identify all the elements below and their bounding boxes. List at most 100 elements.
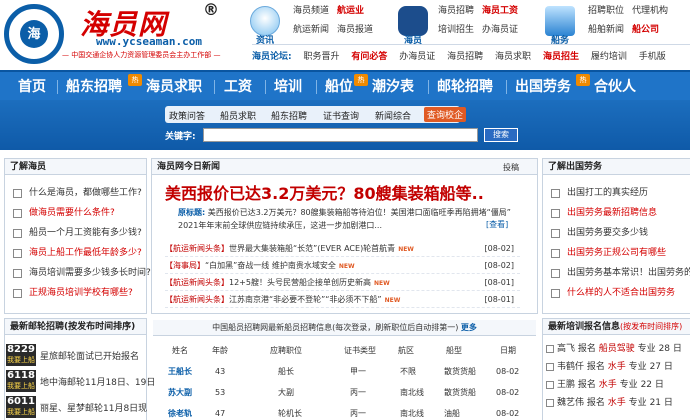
list-item[interactable]: 王鹏 报名 水手 专业 22 日 <box>545 376 690 394</box>
forum-link[interactable]: 履约培训 <box>591 45 627 69</box>
forum-link[interactable]: 办海员证 <box>399 45 435 69</box>
news-row[interactable]: 【航运新闻头条】12+5艘！头号民营船企接单创历史新高 NEW [08-01] <box>165 274 520 291</box>
list-item[interactable]: 做海员需要什么条件? <box>13 203 151 223</box>
search-button[interactable]: 搜索 <box>484 128 518 142</box>
cell-name[interactable]: 王船长 <box>168 361 192 382</box>
news-title[interactable]: 江苏南京港“非必要不登轮”“非必须不下船” <box>229 295 382 304</box>
nav-divider <box>506 80 507 94</box>
search-tab-cert[interactable]: 证书查询 <box>323 109 359 122</box>
list-item[interactable]: 出国劳务最新招聘信息 <box>551 203 690 223</box>
search-input[interactable] <box>203 128 478 142</box>
helm-logo-icon[interactable]: 海 <box>4 4 64 64</box>
table-row[interactable]: 苏大副 53 大副 丙一 南北线 散货货船 08-02 <box>160 382 532 403</box>
header-link[interactable]: 招聘职位 <box>588 2 624 21</box>
list-item[interactable]: 正规海员培训学校有哪些? <box>13 283 151 303</box>
list-item[interactable]: 海员培训需要多少钱多长时间? <box>13 263 151 283</box>
header-col2-links: 海员招聘 海员工资 培训招生 办海员证 <box>438 2 526 40</box>
header-link[interactable]: 海员招聘 <box>438 2 474 21</box>
forum-link[interactable]: 职务晋升 <box>303 45 339 69</box>
header-link[interactable]: 船舶新闻 <box>588 21 624 40</box>
nav-hot-badge: 热 <box>128 74 142 86</box>
list-item-text[interactable]: 丽星、星梦邮轮11月8日现 <box>40 401 147 414</box>
table-row[interactable]: 王船长 43 船长 甲一 不限 散货货船 08-02 <box>160 361 532 382</box>
word-day: 日 <box>663 398 673 408</box>
header-link-hot[interactable]: 海员工资 <box>482 2 518 21</box>
new-badge: NEW <box>373 280 390 287</box>
headline-link[interactable]: 美西报价已达3.2万美元？80艘集装箱船等.. <box>165 180 484 204</box>
sailor-avatar-icon[interactable] <box>398 6 428 36</box>
list-item[interactable]: 什么样的人不适合出国劳务 <box>551 283 690 303</box>
header-link[interactable]: 海员频道 <box>293 2 329 21</box>
forum-link-hot[interactable]: 有问必答 <box>351 45 387 69</box>
nav-divider <box>428 80 429 94</box>
forum-link-hot[interactable]: 海员招生 <box>543 45 579 69</box>
view-more-link[interactable]: [查看] <box>486 219 508 230</box>
header-link-hot[interactable]: 船公司 <box>632 21 659 40</box>
nav-shipowner-recruit[interactable]: 船东招聘 <box>66 76 122 96</box>
nav-tide-table[interactable]: 潮汐表 <box>372 76 414 96</box>
nav-divider <box>265 80 266 94</box>
header-link[interactable]: 海员报道 <box>337 21 373 40</box>
news-title[interactable]: 世界最大集装箱船“长范”(EVER ACE)轮首航青 <box>229 244 395 253</box>
cell-name[interactable]: 苏大副 <box>168 382 192 403</box>
header-link[interactable]: 培训招生 <box>438 21 474 40</box>
logo-badge: 海 <box>27 27 41 42</box>
word-major: 专业 <box>628 362 647 372</box>
search-tab-seeker[interactable]: 船员求职 <box>220 109 256 122</box>
nav-partner[interactable]: 合伙人 <box>594 76 636 96</box>
list-item[interactable]: 出国劳务基本常识！出国劳务的 <box>551 263 690 283</box>
cell-name[interactable]: 徐老轨 <box>168 403 192 420</box>
header-link[interactable]: 代理机构 <box>632 2 668 21</box>
list-item[interactable]: 韦鹤仟 报名 水手 专业 27 日 <box>545 358 690 376</box>
list-item[interactable]: 6011 我要上船 丽星、星梦邮轮11月8日现 <box>6 394 147 420</box>
jobs-more-link[interactable]: 更多 <box>461 323 477 332</box>
list-item-text[interactable]: 星旅邮轮面试已开始报名 <box>40 349 139 362</box>
list-item[interactable]: 出国打工的真实经历 <box>551 183 690 203</box>
search-tab-school[interactable]: 查询校企 <box>424 107 467 122</box>
list-item[interactable]: 魏艺伟 报名 水手 专业 21 日 <box>545 394 690 412</box>
news-row[interactable]: 【海事局】“白加黑”奋战一线 维护南贵水域安全 NEW [08-02] <box>165 257 520 274</box>
news-title[interactable]: 12+5艘！头号民营船企接单创历史新高 <box>229 278 371 287</box>
nav-overseas-labor[interactable]: 出国劳务 <box>515 76 571 96</box>
trainee-day: 28 <box>658 344 671 354</box>
search-tab-policy[interactable]: 政策问答 <box>169 109 205 122</box>
search-tab-news[interactable]: 新闻综合 <box>375 109 411 122</box>
list-item[interactable]: 出国劳务要交多少钱 <box>551 223 690 243</box>
site-slogan: — 中国交通企协人力资源管理委员会主办工作部 — <box>62 51 221 59</box>
news-title[interactable]: “白加黑”奋战一线 维护南贵水域安全 <box>205 261 336 270</box>
header-link[interactable]: 航运新闻 <box>293 21 329 40</box>
forum-link[interactable]: 手机版 <box>639 45 666 69</box>
submit-link[interactable]: 投稿 <box>503 162 519 173</box>
word-sign: 报名 <box>586 398 605 408</box>
list-item[interactable]: 什么是海员，都做哪些工作? <box>13 183 151 203</box>
list-item[interactable]: 船员一个月工资能有多少钱? <box>13 223 151 243</box>
trainee-name: 韦鹤仟 <box>557 362 585 372</box>
nav-seafarer-jobs[interactable]: 海员求职 <box>146 76 202 96</box>
list-item-text[interactable]: 地中海邮轮11月18日、19日 <box>40 375 155 388</box>
count-number: 6011 <box>7 396 35 407</box>
list-item[interactable]: 高飞 报名 船员驾驶 专业 28 日 <box>545 340 690 358</box>
news-row[interactable]: 【航运新闻头条】江苏南京港“非必要不登轮”“非必须不下船” NEW [08-01] <box>165 291 520 308</box>
header-link-hot[interactable]: 航运业 <box>337 2 364 21</box>
nav-ship-position[interactable]: 船位 <box>325 76 353 96</box>
trainee-name: 魏艺伟 <box>557 398 585 408</box>
list-item[interactable]: 海员上船工作最低年龄多少? <box>13 243 151 263</box>
news-row[interactable]: 【航运新闻头条】世界最大集装箱船“长范”(EVER ACE)轮首航青 NEW [08… <box>165 240 520 257</box>
list-item[interactable]: 8229 我要上船 星旅邮轮面试已开始报名 <box>6 342 146 368</box>
forum-bar-title: 海员论坛: <box>252 52 292 62</box>
ship-icon[interactable] <box>545 6 575 36</box>
header-link[interactable]: 办海员证 <box>482 21 518 40</box>
forum-link[interactable]: 海员求职 <box>495 45 531 69</box>
nav-salary[interactable]: 工资 <box>224 76 252 96</box>
list-item[interactable]: 6118 我要上船 地中海邮轮11月18日、19日 <box>6 368 155 394</box>
nav-cruise-recruit[interactable]: 邮轮招聘 <box>437 76 493 96</box>
word-day: 日 <box>663 362 673 372</box>
search-tabs <box>165 106 460 123</box>
list-item[interactable]: 出国劳务正规公司有哪些 <box>551 243 690 263</box>
table-row[interactable]: 徐老轨 47 轮机长 丙一 南北线 油船 08-02 <box>160 403 532 420</box>
nav-home[interactable]: 首页 <box>18 76 46 96</box>
search-tab-owner[interactable]: 船东招聘 <box>271 109 307 122</box>
forum-link[interactable]: 海员招聘 <box>447 45 483 69</box>
news-bubble-icon[interactable] <box>250 6 280 36</box>
nav-training[interactable]: 培训 <box>274 76 302 96</box>
